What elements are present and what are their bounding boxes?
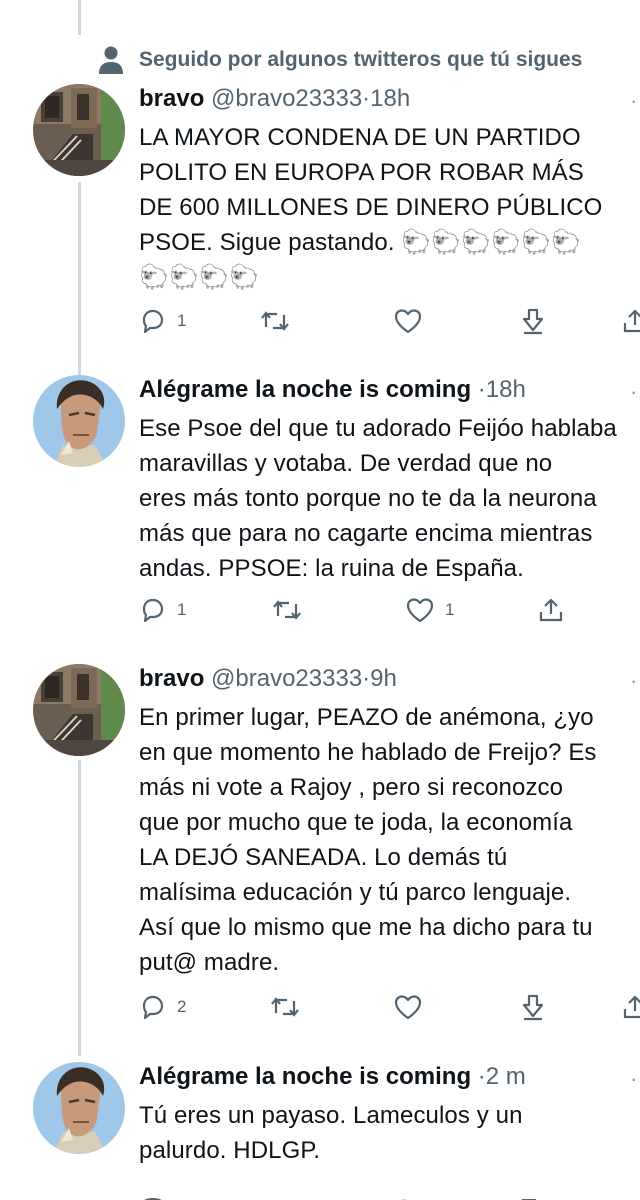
separator-dot: · (362, 665, 371, 692)
tweet-text: Tú eres un payaso. Lameculos y un palurdo… (139, 1098, 640, 1168)
tweet[interactable]: Alégrame la noche is coming ·2 m · Tú er… (0, 1062, 640, 1200)
share-button[interactable] (537, 593, 565, 627)
heart-icon (393, 993, 423, 1021)
tweet-line: Ese Psoe del que tu adorado Feijóo habla… (139, 415, 617, 442)
reply-icon (139, 993, 167, 1021)
tweet-actions: 1 (139, 304, 640, 338)
separator-dot: · (477, 376, 486, 403)
tweet[interactable]: bravo @bravo23333·18h · LA MAYOR CONDENA… (0, 84, 640, 344)
retweet-icon (259, 307, 291, 335)
tweet-text: Ese Psoe del que tu adorado Feijóo habla… (139, 411, 640, 586)
tweet-actions-partial (139, 1192, 640, 1200)
reply-button[interactable]: 1 (139, 304, 186, 338)
tweet-line: PSOE. Sigue pastando. 🐑🐑🐑🐑🐑🐑 (139, 229, 582, 256)
retweet-button[interactable] (269, 990, 311, 1024)
more-icon[interactable]: · (630, 1068, 637, 1090)
reply-button[interactable]: 1 (139, 593, 186, 627)
timestamp[interactable]: 18h (370, 85, 410, 112)
timestamp[interactable]: 9h (370, 665, 397, 692)
previous-tweet-actions (139, 0, 640, 6)
avatar[interactable] (33, 1062, 125, 1154)
tweet-actions: 1 1 (139, 593, 640, 627)
display-name[interactable]: Alégrame la noche is coming (139, 376, 471, 403)
reply-count: 1 (177, 600, 187, 619)
person-icon (98, 45, 124, 75)
tweet-text: En primer lugar, PEAZO de anémona, ¿yo en… (139, 700, 640, 980)
tweet-line: más que para no cagarte encima mientras (139, 520, 593, 547)
tweet-line: eres más tonto porque no te da la neuron… (139, 485, 597, 512)
tweet-text: LA MAYOR CONDENA DE UN PARTIDO POLITO EN … (139, 120, 640, 295)
reply-icon (139, 307, 167, 335)
reply-count: 1 (177, 311, 187, 330)
tweet-line: más ni vote a Rajoy , pero si reconozco (139, 774, 564, 801)
tweet-header: Alégrame la noche is coming ·2 m (139, 1062, 526, 1092)
retweet-icon (271, 596, 303, 624)
share-button[interactable] (621, 990, 640, 1024)
avatar[interactable] (33, 664, 125, 756)
tweet-line: malísima educación y tú parco lenguaje. (139, 879, 572, 906)
tweet-line: LA DEJÓ SANEADA. Lo demás tú (139, 844, 508, 871)
display-name[interactable]: bravo (139, 665, 204, 692)
share-button[interactable] (621, 304, 640, 338)
tweet-line: Así que lo mismo que me ha dicho para tu (139, 914, 593, 941)
heart-icon (393, 307, 423, 335)
display-name[interactable]: Alégrame la noche is coming (139, 1063, 471, 1090)
retweet-icon (269, 993, 301, 1021)
tweet-line: 🐑🐑🐑🐑 (139, 264, 259, 291)
display-name[interactable]: bravo (139, 85, 204, 112)
tweet-header: bravo @bravo23333·9h (139, 664, 397, 694)
more-icon[interactable]: · (630, 381, 637, 403)
tweet-line: Tú eres un payaso. Lameculos y un (139, 1102, 523, 1129)
user-handle[interactable]: @bravo23333 (211, 85, 362, 112)
tweet-line: que por mucho que te joda, la economía (139, 809, 573, 836)
retweet-button[interactable] (259, 304, 301, 338)
tweet-line: andas. PPSOE: la ruina de España. (139, 555, 524, 582)
tweet-line: palurdo. HDLGP. (139, 1137, 321, 1164)
download-button[interactable] (519, 990, 547, 1024)
share-icon (537, 596, 565, 624)
tweet-header: Alégrame la noche is coming ·18h (139, 375, 526, 405)
like-button[interactable]: 1 (405, 593, 454, 627)
tweet[interactable]: bravo @bravo23333·9h · En primer lugar, … (0, 664, 640, 1034)
download-button[interactable] (519, 304, 547, 338)
tweet-line: En primer lugar, PEAZO de anémona, ¿yo (139, 704, 594, 731)
download-icon (519, 307, 547, 335)
like-button[interactable] (393, 304, 433, 338)
share-icon (621, 307, 640, 335)
separator-dot: · (362, 85, 371, 112)
download-icon (519, 993, 547, 1021)
timestamp[interactable]: 18h (486, 376, 526, 403)
social-context-text: Seguido por algunos twitteros que tú sig… (139, 48, 583, 71)
social-context: Seguido por algunos twitteros que tú sig… (0, 40, 640, 80)
reply-button[interactable]: 2 (139, 990, 186, 1024)
like-count: 1 (445, 600, 455, 619)
thread-line (78, 0, 81, 35)
more-icon[interactable]: · (630, 90, 637, 112)
like-button[interactable] (393, 990, 433, 1024)
tweet[interactable]: Alégrame la noche is coming ·18h · Ese P… (0, 375, 640, 635)
reply-icon (139, 596, 167, 624)
share-icon (621, 993, 640, 1021)
avatar[interactable] (33, 375, 125, 467)
user-handle[interactable]: @bravo23333 (211, 665, 362, 692)
tweet-line: en que momento he hablado de Freijo? Es (139, 739, 597, 766)
timestamp[interactable]: 2 m (486, 1063, 526, 1090)
tweet-line: POLITO EN EUROPA POR ROBAR MÁS (139, 159, 584, 186)
tweet-line: put@ madre. (139, 949, 280, 976)
separator-dot: · (477, 1063, 486, 1090)
tweet-header: bravo @bravo23333·18h (139, 84, 410, 114)
heart-icon (405, 596, 435, 624)
tweet-actions: 2 (139, 990, 640, 1024)
retweet-button[interactable] (271, 593, 313, 627)
tweet-line: LA MAYOR CONDENA DE UN PARTIDO (139, 124, 581, 151)
tweet-line: DE 600 MILLONES DE DINERO PÚBLICO (139, 194, 603, 221)
reply-count: 2 (177, 997, 187, 1016)
tweet-line: maravillas y votaba. De verdad que no (139, 450, 553, 477)
more-icon[interactable]: · (630, 670, 637, 692)
avatar[interactable] (33, 84, 125, 176)
